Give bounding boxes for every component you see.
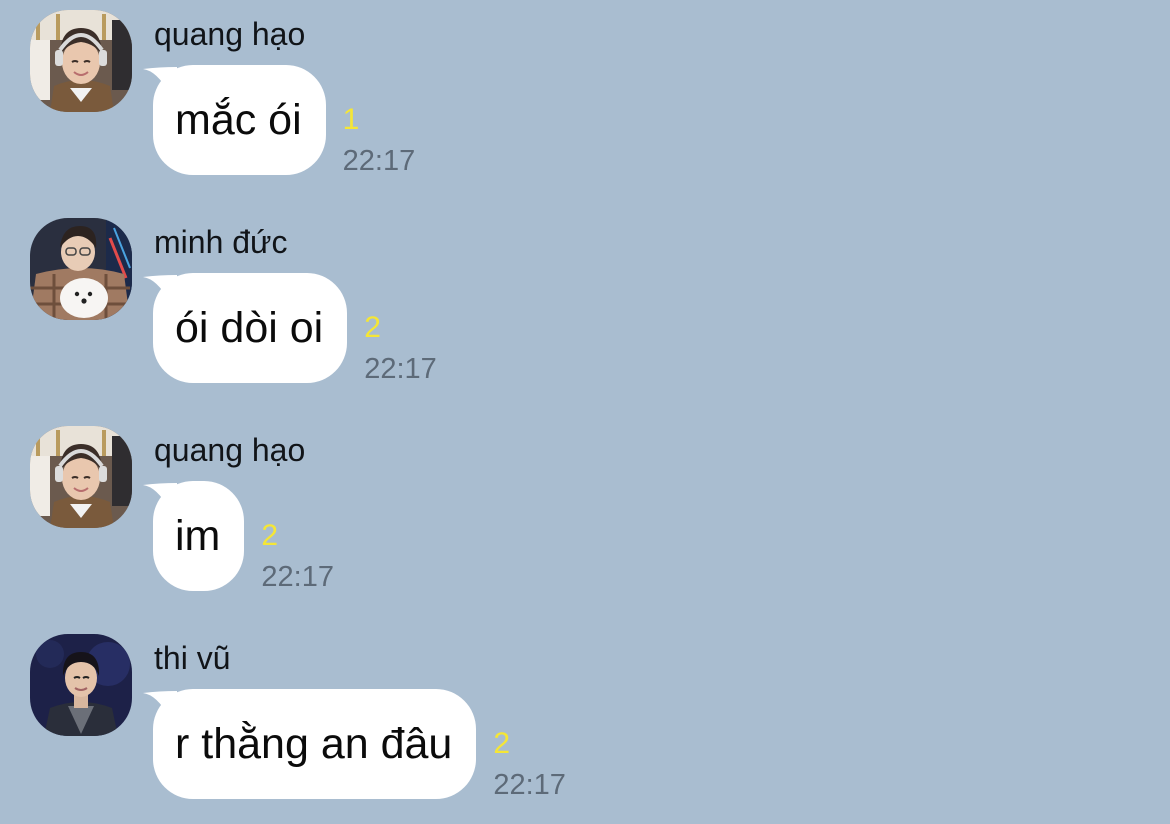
message-bubble-group: im 2 22:17	[143, 481, 334, 597]
sender-name: quang hạo	[154, 432, 306, 468]
message-time: 22:17	[493, 769, 566, 801]
bubble-tail-icon	[143, 67, 177, 93]
message-bubble[interactable]: r thằng an đâu	[143, 689, 477, 799]
sender-name: minh đức	[154, 224, 288, 260]
sender-name: quang hạo	[154, 16, 306, 52]
message-bubble-group: mắc ói 1 22:17	[143, 65, 416, 181]
bubble-tail-icon	[143, 691, 177, 717]
bubble-tail-icon	[143, 275, 177, 301]
message-meta: 2 22:17	[364, 273, 437, 389]
message-bubble-group: ói dòi oi 2 22:17	[143, 273, 437, 389]
message-text: mắc ói	[175, 96, 302, 144]
message-text: r thằng an đâu	[175, 720, 453, 768]
avatar[interactable]	[30, 634, 132, 736]
person-photo-icon	[30, 10, 132, 112]
avatar[interactable]	[30, 426, 132, 528]
message-bubble[interactable]: ói dòi oi	[143, 273, 348, 383]
message-time: 22:17	[364, 353, 437, 385]
message-meta: 1 22:17	[343, 65, 416, 181]
message-row: thi vũ r thằng an đâu 2 22:17	[0, 624, 1170, 824]
person-photo-icon	[30, 218, 132, 320]
unread-count: 1	[342, 103, 360, 136]
unread-count: 2	[261, 519, 279, 552]
message-row: quang hạo mắc ói 1 22:17	[0, 0, 1170, 200]
person-photo-icon	[30, 426, 132, 528]
unread-count: 2	[364, 311, 381, 344]
unread-count: 2	[493, 727, 511, 760]
message-row: minh đức ói dòi oi 2 22:17	[0, 208, 1170, 408]
message-text: im	[175, 512, 221, 560]
avatar[interactable]	[30, 10, 132, 112]
message-row: quang hạo im 2 22:17	[0, 416, 1170, 616]
message-bubble[interactable]: mắc ói	[143, 65, 326, 175]
bubble-tail-icon	[143, 483, 177, 509]
message-meta: 2 22:17	[493, 689, 566, 805]
chat-message-list: quang hạo mắc ói 1 22:17 minh đức ói dòi…	[0, 0, 1170, 809]
message-time: 22:17	[261, 561, 334, 593]
message-text: ói dòi oi	[175, 304, 324, 352]
message-meta: 2 22:17	[261, 481, 334, 597]
message-bubble[interactable]: im	[143, 481, 245, 591]
message-bubble-group: r thằng an đâu 2 22:17	[143, 689, 566, 805]
avatar[interactable]	[30, 218, 132, 320]
message-time: 22:17	[342, 145, 416, 177]
person-photo-icon	[30, 634, 132, 736]
sender-name: thi vũ	[154, 640, 231, 676]
